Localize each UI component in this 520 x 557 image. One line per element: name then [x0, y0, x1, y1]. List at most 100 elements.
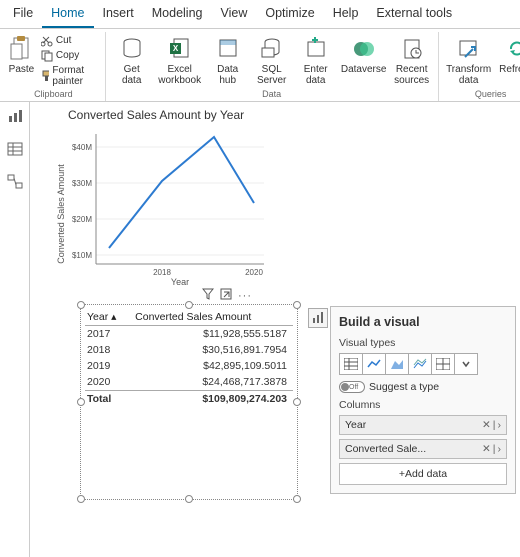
cut-icon: [41, 35, 53, 47]
cut-label: Cut: [56, 35, 72, 46]
visual-type-stacked-area[interactable]: [408, 353, 432, 375]
remove-icon[interactable]: ✕: [482, 443, 491, 455]
data-group-label: Data: [262, 89, 281, 99]
resize-handle[interactable]: [293, 398, 301, 406]
visual-type-line[interactable]: [362, 353, 386, 375]
copy-label: Copy: [56, 50, 79, 61]
excel-label: Excel workbook: [158, 64, 201, 86]
chart-visual[interactable]: Converted Sales Amount by Year Converted…: [54, 108, 282, 294]
ribbon-group-data: Get data X Excel workbook Data hub SQL S…: [106, 32, 439, 101]
table-view-button[interactable]: [7, 141, 23, 160]
column-header-amount[interactable]: Converted Sales Amount: [133, 309, 293, 326]
tab-optimize[interactable]: Optimize: [256, 0, 323, 28]
tab-view[interactable]: View: [212, 0, 257, 28]
recent-icon: [401, 34, 423, 64]
sql-icon: [261, 34, 283, 64]
model-view-button[interactable]: [7, 174, 23, 193]
filter-icon[interactable]: [202, 288, 214, 303]
cut-button[interactable]: Cut: [39, 33, 101, 48]
ribbon: Paste Cut Copy Format painter Clipboard: [0, 29, 520, 102]
chart-title: Converted Sales Amount by Year: [68, 108, 282, 122]
sort-asc-icon: ▴: [111, 311, 116, 323]
sql-label: SQL Server: [257, 64, 286, 86]
tab-file[interactable]: File: [4, 0, 42, 28]
ytick: $10M: [72, 251, 92, 260]
enter-data-icon: [305, 34, 327, 64]
tab-external-tools[interactable]: External tools: [367, 0, 461, 28]
build-visual-title: Build a visual: [339, 315, 507, 329]
visual-type-matrix[interactable]: [431, 353, 455, 375]
visual-type-area[interactable]: [385, 353, 409, 375]
chevron-right-icon[interactable]: ›: [498, 419, 502, 431]
suggest-type-row: Off Suggest a type: [339, 381, 507, 393]
resize-handle[interactable]: [77, 301, 85, 309]
sql-server-button[interactable]: SQL Server: [250, 32, 294, 88]
visual-type-more[interactable]: [454, 353, 478, 375]
transform-icon: [457, 34, 481, 64]
on-object-edit-button[interactable]: [308, 308, 328, 328]
refresh-icon: [506, 34, 520, 64]
ytick: $30M: [72, 179, 92, 188]
table-visual[interactable]: Year ▴ Converted Sales Amount 2017$11,92…: [80, 304, 298, 500]
resize-handle[interactable]: [293, 495, 301, 503]
menu-bar: File Home Insert Modeling View Optimize …: [0, 0, 520, 29]
resize-handle[interactable]: [185, 301, 193, 309]
transform-label: Transform data: [446, 64, 491, 86]
add-data-button[interactable]: +Add data: [339, 463, 507, 485]
brush-icon: [41, 70, 50, 82]
table-row[interactable]: 2017$11,928,555.5187: [85, 326, 293, 343]
refresh-button[interactable]: Refresh: [495, 32, 520, 77]
copy-icon: [41, 50, 53, 62]
recent-sources-button[interactable]: Recent sources: [390, 32, 434, 88]
table-row[interactable]: 2020$24,468,717.3878: [85, 374, 293, 391]
excel-icon: X: [169, 34, 191, 64]
view-switcher: [0, 102, 30, 557]
recent-label: Recent sources: [394, 64, 429, 86]
chart-line-series: [109, 137, 254, 248]
suggest-type-toggle[interactable]: Off: [339, 381, 365, 393]
visual-type-table[interactable]: [339, 353, 363, 375]
table-row[interactable]: 2018$30,516,891.7954: [85, 342, 293, 358]
report-canvas[interactable]: Converted Sales Amount by Year Converted…: [30, 102, 520, 557]
divider: |: [493, 419, 496, 431]
resize-handle[interactable]: [77, 398, 85, 406]
dataverse-icon: [353, 34, 375, 64]
xtick: 2018: [153, 268, 171, 277]
column-pill-converted-sales[interactable]: Converted Sale... ✕|›: [339, 439, 507, 459]
paste-button[interactable]: Paste: [6, 32, 39, 77]
content-area: Converted Sales Amount by Year Converted…: [0, 102, 520, 557]
more-options-icon[interactable]: ···: [238, 290, 252, 302]
resize-handle[interactable]: [293, 301, 301, 309]
table-row[interactable]: 2019$42,895,109.5011: [85, 358, 293, 374]
column-header-year[interactable]: Year ▴: [85, 309, 133, 326]
chevron-right-icon[interactable]: ›: [498, 443, 502, 455]
enter-data-button[interactable]: Enter data: [294, 32, 338, 88]
tab-help[interactable]: Help: [324, 0, 368, 28]
visual-types-label: Visual types: [339, 337, 507, 349]
data-table: Year ▴ Converted Sales Amount 2017$11,92…: [85, 309, 293, 407]
dataverse-button[interactable]: Dataverse: [338, 32, 390, 77]
build-visual-pane: Build a visual Visual types Off Suggest …: [330, 306, 516, 494]
excel-workbook-button[interactable]: X Excel workbook: [154, 32, 206, 88]
resize-handle[interactable]: [77, 495, 85, 503]
column-pill-year[interactable]: Year ✕|›: [339, 415, 507, 435]
queries-group-label: Queries: [475, 89, 507, 99]
remove-icon[interactable]: ✕: [482, 419, 491, 431]
svg-text:X: X: [173, 44, 179, 53]
tab-home[interactable]: Home: [42, 0, 93, 28]
tab-insert[interactable]: Insert: [94, 0, 143, 28]
xtick: 2020: [245, 268, 263, 277]
report-view-button[interactable]: [7, 108, 23, 127]
chart-icon: [311, 311, 325, 325]
get-data-button[interactable]: Get data: [110, 32, 154, 88]
resize-handle[interactable]: [185, 495, 193, 503]
paste-icon: [10, 34, 32, 64]
format-painter-button[interactable]: Format painter: [39, 63, 101, 88]
copy-button[interactable]: Copy: [39, 48, 101, 63]
transform-data-button[interactable]: Transform data: [443, 32, 495, 88]
data-hub-button[interactable]: Data hub: [206, 32, 250, 88]
focus-mode-icon[interactable]: [220, 288, 232, 303]
datahub-label: Data hub: [217, 64, 238, 86]
datahub-icon: [217, 34, 239, 64]
tab-modeling[interactable]: Modeling: [143, 0, 212, 28]
